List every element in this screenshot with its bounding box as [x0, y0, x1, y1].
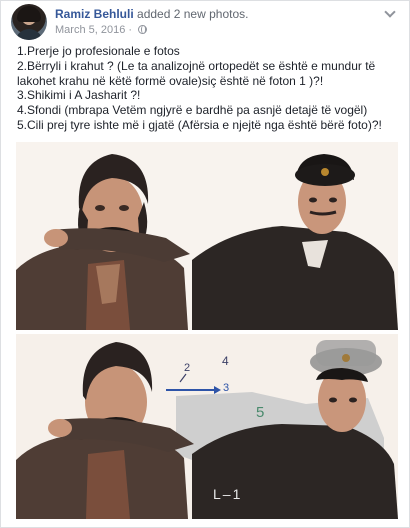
annotation-1-label: L–1 — [213, 486, 242, 502]
post-text-line: 1.Prerje jo profesionale e fotos — [17, 44, 180, 58]
annotation-1-dash: L– — [213, 486, 233, 502]
avatar[interactable] — [11, 4, 47, 40]
photo-2-image — [16, 334, 398, 519]
avatar-shoulders — [15, 29, 43, 40]
annotation-1: 1 — [232, 486, 243, 502]
annotation-5: 5 — [256, 404, 265, 421]
post-action-text: added 2 new photos. — [137, 7, 249, 21]
chevron-down-icon[interactable] — [383, 8, 397, 18]
post-text-line: 3.Shikimi i A Jasharit ?! — [17, 88, 141, 103]
globe-icon — [138, 25, 148, 34]
photo-1[interactable] — [16, 142, 398, 330]
post-headline: Ramiz Behluli added 2 new photos. — [55, 6, 248, 22]
date-separator: · — [128, 24, 133, 36]
photo-2[interactable]: 2 3 4 5 L–1 — [16, 334, 398, 519]
avatar-hair — [17, 6, 41, 22]
post-header: Ramiz Behluli added 2 new photos. March … — [11, 4, 403, 40]
author-name-link[interactable]: Ramiz Behluli — [55, 7, 134, 21]
post-text-line: 4.Sfondi (mbrapa Vetëm ngjyrë e bardhë p… — [17, 103, 368, 118]
post-date-link[interactable]: March 5, 2016 — [55, 24, 125, 36]
post-text: 1.Prerje jo profesionale e fotos 2.Bërry… — [17, 44, 401, 133]
post-text-line: 2.Bërryli i krahut ? (Le ta analizojnë o… — [17, 58, 376, 88]
annotation-2: 2 — [184, 362, 191, 374]
photo-1-image — [16, 142, 398, 330]
post-text-line: 5.Cili prej tyre ishte më i gjatë (Afërs… — [17, 117, 382, 132]
annotation-4: 4 — [222, 354, 229, 368]
facebook-post: Ramiz Behluli added 2 new photos. March … — [0, 0, 410, 528]
post-meta: March 5, 2016 · — [55, 23, 148, 37]
annotation-3: 3 — [223, 382, 230, 394]
